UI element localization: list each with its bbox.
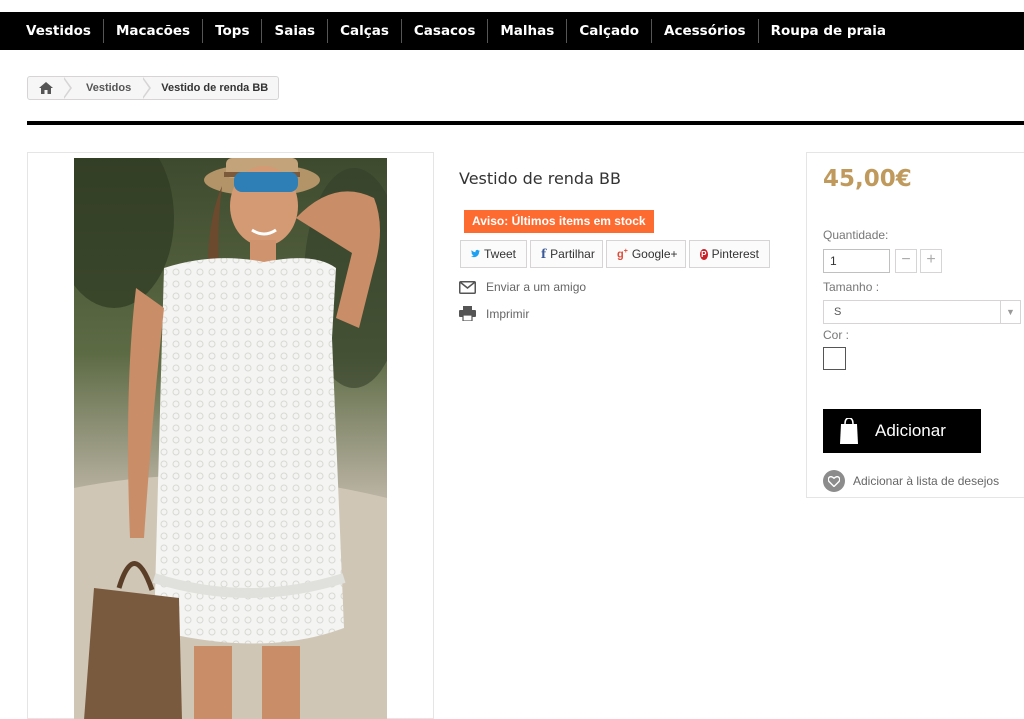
- add-to-cart-label: Adicionar: [875, 421, 946, 440]
- nav-item-saias[interactable]: Saias: [262, 19, 329, 43]
- nav-item-calcado[interactable]: Calçado: [567, 19, 653, 43]
- pinterest-label: Pinterest: [711, 247, 759, 261]
- nav-item-malhas[interactable]: Malhas: [488, 19, 568, 43]
- nav-item-roupa-de-praia[interactable]: Roupa de praia: [759, 19, 898, 43]
- send-to-friend-label: Enviar a um amigo: [486, 280, 587, 294]
- breadcrumb-current: Vestido de renda BB: [161, 82, 269, 94]
- breadcrumb-separator: [63, 77, 72, 99]
- home-icon: [39, 82, 53, 94]
- quantity-plus-button[interactable]: +: [920, 249, 942, 273]
- wishlist-label: Adicionar à lista de desejos: [853, 474, 1000, 488]
- nav-item-calcas[interactable]: Calças: [328, 19, 402, 43]
- nav-item-tops[interactable]: Tops: [203, 19, 263, 43]
- pinterest-button[interactable]: P Pinterest: [689, 240, 770, 268]
- breadcrumb: Vestidos Vestido de renda BB: [27, 76, 280, 100]
- nav-item-vestidos[interactable]: Vestidos: [14, 19, 104, 43]
- size-label: Tamanho :: [823, 280, 880, 294]
- heart-icon: [823, 470, 845, 492]
- breadcrumb-item-vestidos[interactable]: Vestidos: [72, 77, 143, 99]
- size-selected-value: S: [834, 306, 842, 318]
- send-to-friend-link[interactable]: Enviar a um amigo: [459, 280, 586, 294]
- quantity-label: Quantidade:: [823, 228, 889, 242]
- product-image[interactable]: [74, 158, 387, 719]
- print-link[interactable]: Imprimir: [459, 306, 529, 321]
- add-to-wishlist-link[interactable]: Adicionar à lista de desejos: [823, 470, 999, 492]
- envelope-icon: [459, 280, 476, 294]
- pinterest-icon: P: [700, 248, 708, 260]
- printer-icon: [459, 306, 476, 321]
- stock-warning-badge: Aviso: Últimos items em stock: [464, 210, 654, 233]
- color-label: Cor :: [823, 328, 850, 342]
- tweet-label: Tweet: [483, 247, 516, 261]
- shopping-bag-icon: [823, 418, 875, 444]
- facebook-icon: f: [541, 247, 547, 261]
- color-swatch-white[interactable]: [823, 347, 846, 370]
- social-share-bar: Tweet f Partilhar g+ Google+ P Pinterest: [460, 240, 770, 268]
- tweet-button[interactable]: Tweet: [460, 240, 527, 268]
- google-plus-icon: g+: [617, 247, 628, 261]
- chevron-down-icon: ▼: [1000, 301, 1020, 323]
- nav-item-acessorios[interactable]: Acessórios: [652, 19, 759, 43]
- add-to-cart-button[interactable]: Adicionar: [823, 409, 981, 453]
- nav-item-macacoes[interactable]: Macacões: [104, 19, 204, 43]
- nav-item-casacos[interactable]: Casacos: [402, 19, 489, 43]
- breadcrumb-separator: [142, 77, 152, 99]
- facebook-share-button[interactable]: f Partilhar: [530, 240, 603, 268]
- print-label: Imprimir: [486, 306, 530, 321]
- quantity-input[interactable]: [823, 249, 890, 273]
- product-title: Vestido de renda BB: [459, 169, 621, 188]
- google-plus-label: Google+: [631, 247, 678, 261]
- header-divider: [27, 121, 1024, 125]
- product-image-frame: [27, 152, 434, 719]
- size-select[interactable]: S ▼: [823, 300, 1021, 324]
- quantity-minus-button[interactable]: −: [895, 249, 917, 273]
- product-price: 45,00€: [823, 166, 912, 192]
- breadcrumb-home[interactable]: [28, 77, 64, 99]
- twitter-icon: [471, 249, 480, 258]
- google-plus-button[interactable]: g+ Google+: [606, 240, 686, 268]
- facebook-share-label: Partilhar: [550, 247, 595, 261]
- top-navigation: Vestidos Macacões Tops Saias Calças Casa…: [0, 12, 1024, 50]
